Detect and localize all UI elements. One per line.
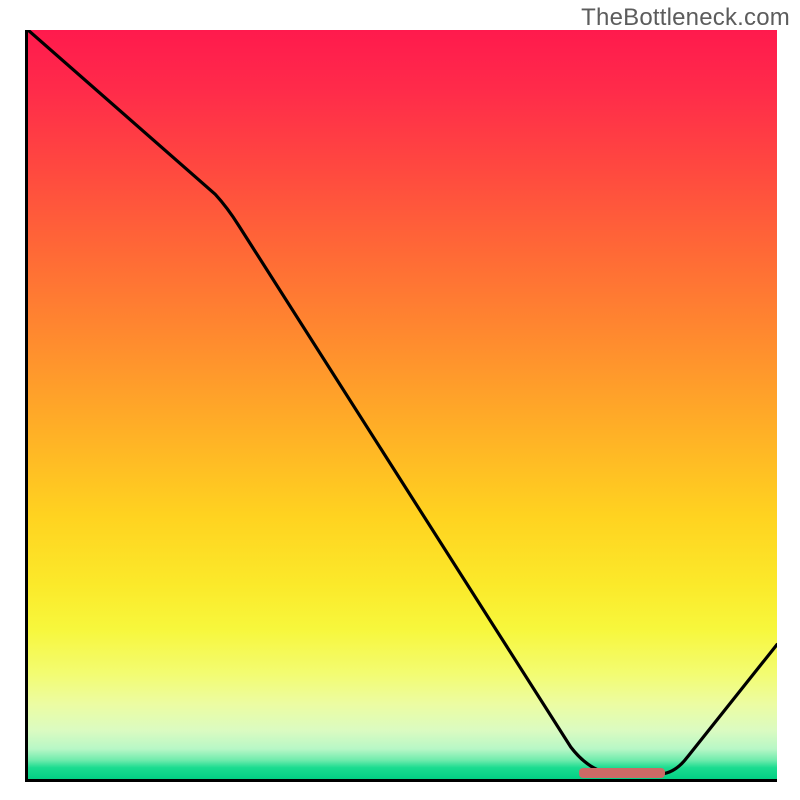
bottleneck-curve — [28, 30, 777, 774]
plot-area — [25, 30, 777, 782]
optimal-range-marker — [579, 768, 665, 778]
chart-container: TheBottleneck.com — [0, 0, 800, 800]
curve-svg — [28, 30, 777, 779]
watermark-text: TheBottleneck.com — [581, 4, 790, 32]
